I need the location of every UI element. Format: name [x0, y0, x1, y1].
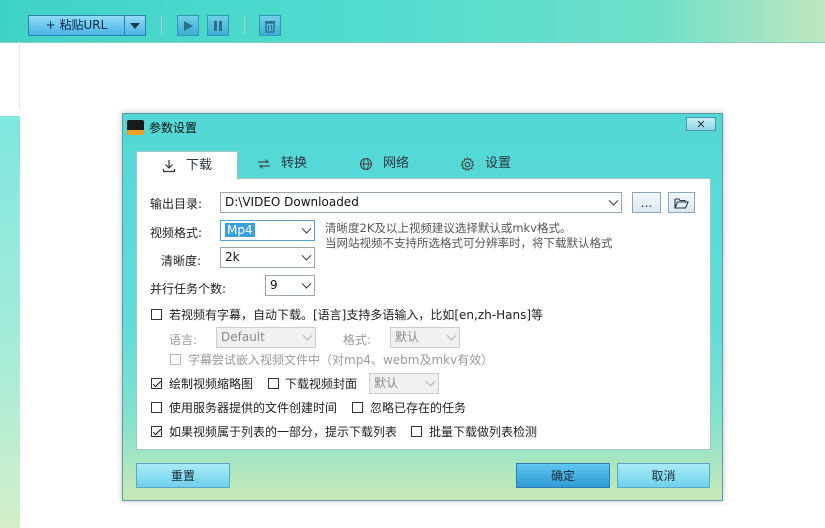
download-icon: [162, 160, 176, 173]
quality-label: 清晰度:: [161, 254, 202, 268]
paste-url-button[interactable]: + 粘贴URL: [28, 15, 125, 36]
format-label: 视频格式:: [150, 226, 203, 240]
dialog-title: 参数设置: [149, 121, 198, 135]
settings-dialog: 参数设置 ✕ 下载 转换 网络 设置 输出目录: D:\VIDEO Downlo…: [122, 113, 723, 501]
app-logo-icon: [127, 120, 144, 135]
format-hint-1: 清晰度2K及以上视频建议选择默认或mkv格式。: [325, 221, 572, 235]
quality-select[interactable]: 2k: [220, 247, 315, 268]
quality-value: 2k: [225, 250, 240, 264]
subtitle-format-select[interactable]: 默认: [390, 327, 460, 348]
paste-url-dropdown-button[interactable]: [124, 15, 146, 36]
start-button[interactable]: [177, 15, 199, 36]
ignore-existing-checkbox-label: 忽略已存在的任务: [370, 401, 467, 415]
subtitle-checkbox-label: 若视频有字幕，自动下载。[语言]支持多语输入，比如[en,zh-Hans]等: [169, 308, 544, 322]
chevron-down-icon: [608, 195, 619, 206]
output-dir-label: 输出目录:: [150, 197, 203, 211]
cover-value: 默认: [374, 376, 399, 390]
cover-checkbox[interactable]: [268, 378, 279, 389]
reset-button[interactable]: 重置: [136, 463, 230, 488]
embed-subtitle-label: 字幕尝试嵌入视频文件中（对mp4、webm及mkv有效）: [188, 353, 494, 367]
cover-select[interactable]: 默认: [369, 373, 439, 394]
chevron-down-icon: [301, 223, 312, 234]
background-window-edge: [0, 116, 20, 528]
format-select[interactable]: Mp4: [220, 220, 315, 241]
output-dir-combo[interactable]: D:\VIDEO Downloaded: [220, 192, 622, 213]
server-time-checkbox-label: 使用服务器提供的文件创建时间: [169, 401, 338, 415]
open-folder-button[interactable]: [668, 192, 695, 213]
toolbar-separator: [161, 15, 162, 35]
chevron-down-icon: [446, 330, 457, 341]
subtitle-language-label: 语言:: [169, 333, 198, 347]
subtitle-format-value: 默认: [395, 330, 420, 344]
parallel-tasks-select[interactable]: 9: [265, 275, 315, 296]
output-dir-value: D:\VIDEO Downloaded: [225, 195, 359, 209]
chevron-down-icon: [130, 22, 140, 29]
tab-convert[interactable]: 转换: [257, 151, 307, 177]
trash-icon: [265, 20, 275, 33]
main-toolbar: + 粘贴URL: [0, 0, 825, 43]
tab-label: 网络: [383, 156, 410, 171]
tab-download[interactable]: 下载: [136, 151, 238, 180]
parallel-tasks-label: 并行任务个数:: [150, 282, 227, 296]
format-hint-2: 当网站视频不支持所选格式可分辨率时，将下载默认格式: [325, 236, 613, 250]
tab-settings[interactable]: 设置: [460, 151, 511, 177]
globe-icon: [359, 157, 373, 171]
convert-icon: [258, 159, 270, 169]
background-divider: [19, 42, 20, 110]
ok-button[interactable]: 确定: [516, 463, 610, 488]
batch-check-checkbox-label: 批量下载做列表检测: [429, 425, 538, 439]
chevron-down-icon: [301, 250, 312, 261]
play-icon: [184, 20, 193, 31]
gear-icon: [460, 156, 475, 171]
close-button[interactable]: ✕: [686, 117, 716, 131]
embed-subtitle-checkbox[interactable]: [170, 354, 181, 365]
ignore-existing-checkbox[interactable]: [352, 402, 363, 413]
subtitle-checkbox[interactable]: [151, 309, 162, 320]
subtitle-language-value: Default: [221, 330, 265, 344]
close-icon: ✕: [696, 117, 706, 131]
browse-button[interactable]: ...: [632, 192, 661, 213]
ellipsis-icon: ...: [640, 195, 653, 210]
cover-checkbox-label: 下载视频封面: [285, 377, 358, 391]
subtitle-format-label: 格式:: [343, 333, 372, 347]
format-value: Mp4: [225, 223, 255, 237]
playlist-checkbox-label: 如果视频属于列表的一部分，提示下载列表: [169, 425, 398, 439]
chevron-down-icon: [425, 376, 436, 387]
playlist-checkbox[interactable]: [151, 426, 162, 437]
tab-network[interactable]: 网络: [359, 151, 409, 177]
pause-button[interactable]: [207, 15, 229, 36]
thumbnail-checkbox[interactable]: [151, 378, 162, 389]
tab-label: 设置: [485, 156, 512, 171]
chevron-down-icon: [302, 330, 313, 341]
tab-label: 转换: [281, 156, 308, 171]
server-time-checkbox[interactable]: [151, 402, 162, 413]
batch-check-checkbox[interactable]: [411, 426, 422, 437]
tab-label: 下载: [185, 158, 212, 173]
cancel-button[interactable]: 取消: [617, 463, 710, 488]
chevron-down-icon: [301, 278, 312, 289]
delete-button[interactable]: [259, 15, 281, 36]
open-folder-icon: [674, 197, 689, 209]
thumbnail-checkbox-label: 绘制视频缩略图: [169, 377, 254, 391]
subtitle-language-select[interactable]: Default: [216, 327, 316, 348]
parallel-tasks-value: 9: [270, 278, 278, 292]
download-settings-panel: 输出目录: D:\VIDEO Downloaded ... 视频格式: Mp4 …: [136, 178, 711, 450]
toolbar-separator: [244, 15, 245, 35]
pause-icon: [214, 20, 222, 31]
